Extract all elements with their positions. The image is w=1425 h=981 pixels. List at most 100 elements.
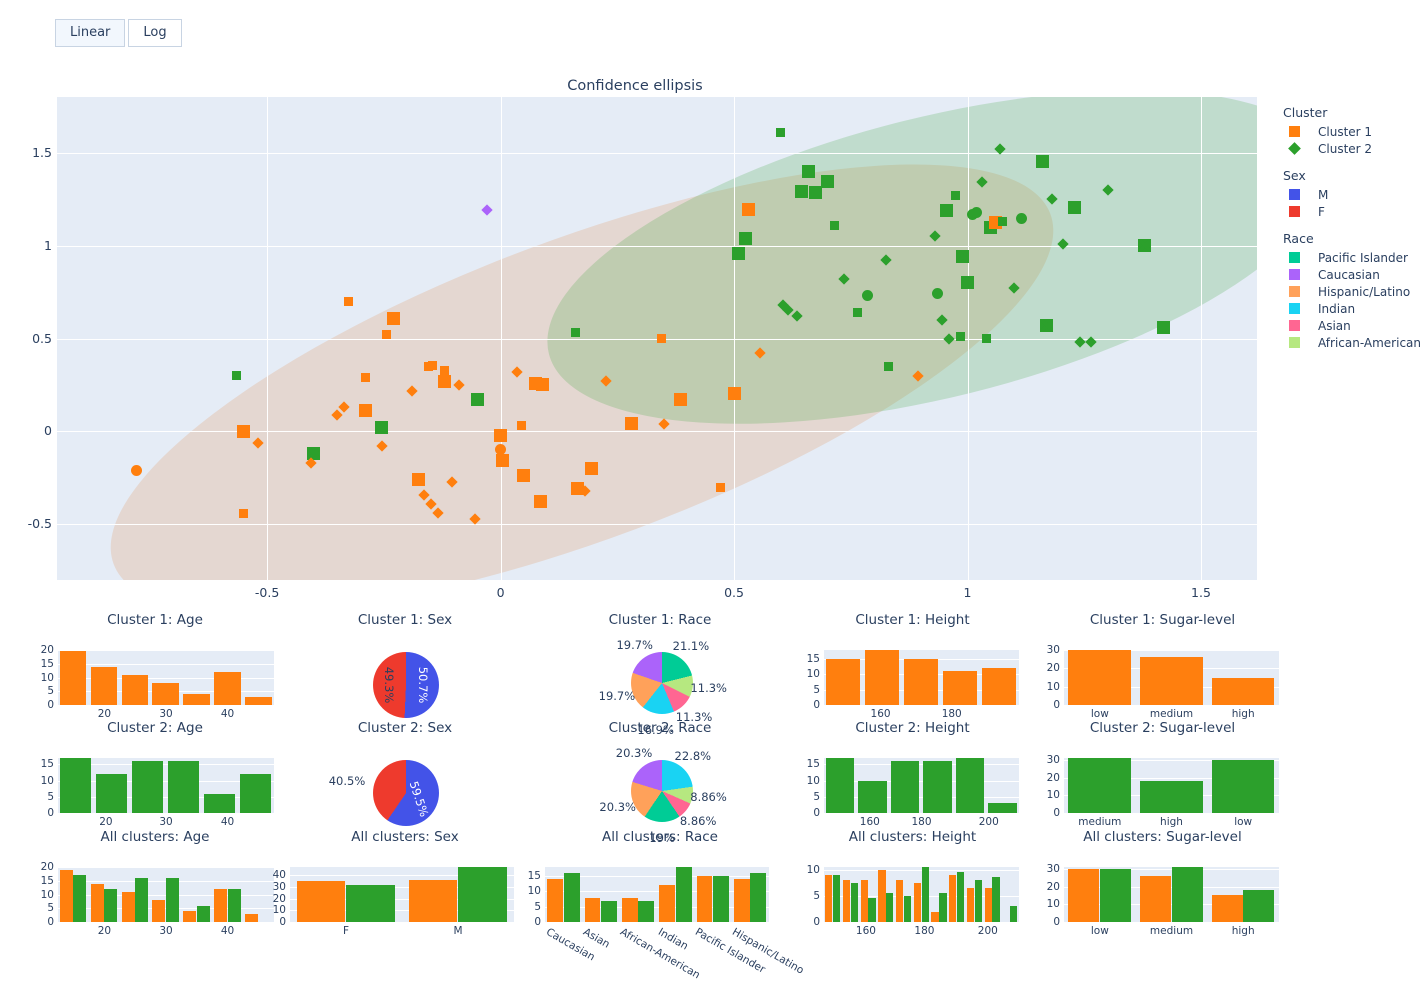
- scatter-point[interactable]: [853, 307, 863, 317]
- bar[interactable]: [966, 887, 975, 922]
- bar[interactable]: [90, 666, 118, 705]
- scatter-point[interactable]: [981, 334, 991, 343]
- scatter-point[interactable]: [1068, 201, 1082, 215]
- bar[interactable]: [858, 780, 887, 813]
- scatter-point[interactable]: [727, 386, 741, 400]
- scatter-point[interactable]: [386, 311, 400, 325]
- bar[interactable]: [121, 891, 135, 922]
- bar[interactable]: [842, 880, 851, 922]
- bar[interactable]: [659, 885, 676, 922]
- bar[interactable]: [904, 659, 939, 705]
- bar[interactable]: [1171, 867, 1203, 922]
- scatter-point[interactable]: [438, 374, 452, 388]
- legend-item-cluster-2[interactable]: Cluster 2: [1283, 140, 1423, 157]
- bar[interactable]: [1139, 781, 1203, 813]
- scatter-point[interactable]: [358, 404, 372, 418]
- bar[interactable]: [90, 883, 104, 922]
- bar[interactable]: [244, 696, 272, 705]
- bar[interactable]: [240, 774, 272, 813]
- bar[interactable]: [1010, 906, 1018, 922]
- scatter-point[interactable]: [360, 373, 370, 382]
- legend-item-african-american[interactable]: African-American: [1283, 334, 1423, 351]
- bar[interactable]: [244, 913, 259, 922]
- bar[interactable]: [868, 898, 876, 922]
- bar[interactable]: [458, 867, 507, 922]
- bar[interactable]: [865, 650, 900, 705]
- scatter-point[interactable]: [829, 220, 839, 230]
- bar[interactable]: [931, 911, 939, 922]
- scatter-point[interactable]: [232, 371, 242, 381]
- bar[interactable]: [750, 873, 767, 922]
- bar[interactable]: [168, 761, 200, 813]
- bar[interactable]: [59, 869, 73, 922]
- scatter-point[interactable]: [861, 290, 873, 302]
- bar[interactable]: [988, 803, 1017, 813]
- scatter-point[interactable]: [428, 360, 438, 370]
- scatter-point[interactable]: [673, 393, 687, 407]
- scatter-point[interactable]: [585, 462, 599, 476]
- scatter-point[interactable]: [344, 296, 354, 306]
- scatter-point[interactable]: [956, 332, 965, 342]
- bar[interactable]: [638, 900, 655, 922]
- bar[interactable]: [860, 880, 868, 922]
- scatter-point[interactable]: [939, 203, 953, 217]
- scatter-point[interactable]: [533, 495, 547, 509]
- legend-item-asian[interactable]: Asian: [1283, 317, 1423, 334]
- bar[interactable]: [974, 880, 982, 922]
- scatter-point[interactable]: [536, 378, 550, 392]
- scatter-point[interactable]: [1035, 154, 1049, 168]
- bar[interactable]: [1099, 868, 1131, 922]
- bar[interactable]: [1068, 650, 1131, 705]
- scatter-point[interactable]: [971, 206, 983, 218]
- bar[interactable]: [1211, 759, 1275, 813]
- bar[interactable]: [733, 879, 750, 922]
- scatter-point[interactable]: [517, 469, 531, 483]
- bar[interactable]: [956, 872, 965, 922]
- bar[interactable]: [166, 878, 180, 922]
- scatter-point[interactable]: [795, 185, 809, 199]
- legend-item-caucasian[interactable]: Caucasian: [1283, 266, 1423, 283]
- bar[interactable]: [890, 761, 920, 813]
- bar[interactable]: [1211, 677, 1275, 705]
- bar[interactable]: [913, 882, 921, 922]
- bar[interactable]: [621, 897, 638, 922]
- bar[interactable]: [547, 879, 564, 922]
- scatter-point[interactable]: [130, 464, 142, 476]
- bar[interactable]: [132, 761, 164, 813]
- scatter-point[interactable]: [494, 428, 508, 442]
- legend-item-m[interactable]: M: [1283, 186, 1423, 203]
- scatter-point[interactable]: [237, 424, 251, 438]
- scatter-plot-area[interactable]: [57, 97, 1257, 580]
- scatter-point[interactable]: [470, 393, 484, 407]
- bar[interactable]: [214, 889, 228, 922]
- scatter-point[interactable]: [776, 127, 786, 137]
- bar[interactable]: [183, 694, 210, 705]
- scatter-point[interactable]: [1138, 239, 1152, 253]
- bar[interactable]: [59, 651, 87, 705]
- scatter-point[interactable]: [998, 216, 1008, 226]
- bar[interactable]: [135, 878, 149, 922]
- scatter-point[interactable]: [1040, 318, 1054, 332]
- scale-toggle-group[interactable]: Linear Log: [55, 19, 182, 47]
- bar[interactable]: [152, 683, 180, 705]
- bar[interactable]: [346, 884, 395, 922]
- bar[interactable]: [992, 877, 1000, 922]
- scatter-point[interactable]: [412, 473, 426, 487]
- bar[interactable]: [850, 882, 858, 922]
- bar[interactable]: [923, 761, 952, 813]
- bar[interactable]: [1139, 875, 1171, 922]
- pie-chart[interactable]: [631, 652, 693, 714]
- bar[interactable]: [826, 659, 861, 705]
- bar[interactable]: [825, 874, 833, 922]
- scatter-point[interactable]: [480, 204, 493, 216]
- bar[interactable]: [96, 774, 128, 813]
- pie-chart[interactable]: [631, 760, 693, 822]
- bar[interactable]: [563, 873, 580, 922]
- scatter-point[interactable]: [739, 231, 753, 245]
- bar[interactable]: [984, 887, 992, 922]
- scatter-point[interactable]: [741, 202, 755, 216]
- legend-item-pacific-islander[interactable]: Pacific Islander: [1283, 249, 1423, 266]
- scatter-point[interactable]: [961, 276, 974, 290]
- chart-legend[interactable]: Cluster Cluster 1 Cluster 2 Sex M F Race Pacifi…: [1283, 105, 1423, 351]
- pie-chart[interactable]: [373, 760, 439, 826]
